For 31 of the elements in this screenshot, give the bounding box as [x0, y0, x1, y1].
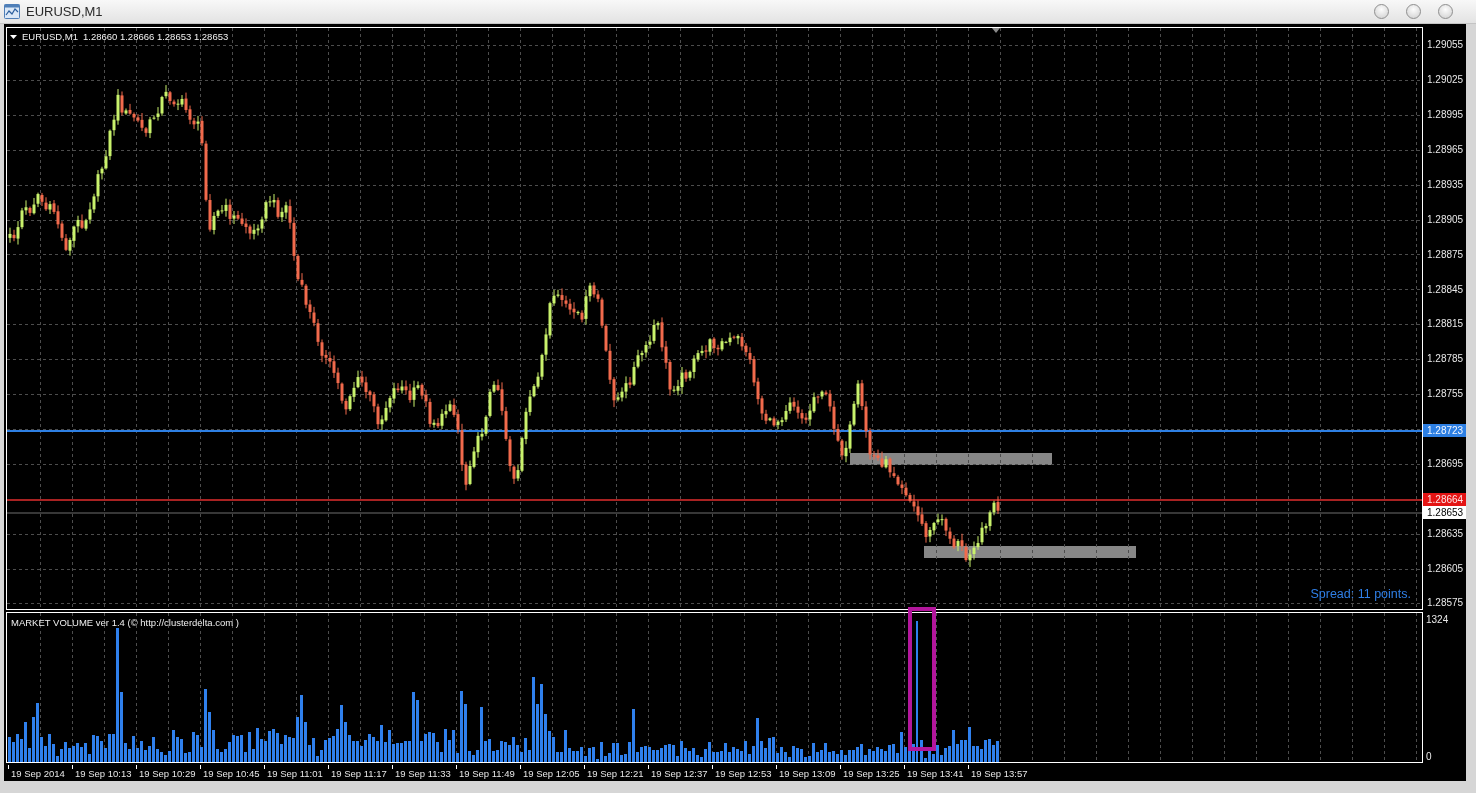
price-axis-label: 1.28695 [1426, 457, 1465, 470]
ask-price-label: 1.28664 [1423, 493, 1466, 506]
price-axis-label: 1.28905 [1426, 213, 1465, 226]
price-axis-label: 1.28935 [1426, 178, 1465, 191]
price-axis-label: 1.28785 [1426, 352, 1465, 365]
price-axis-label: 1.29055 [1426, 38, 1465, 51]
bid-price-label: 1.28653 [1423, 506, 1466, 519]
volume-axis-label: 1324 [1426, 613, 1450, 626]
price-axis-label: 1.28575 [1426, 596, 1465, 609]
close-button[interactable] [1438, 4, 1453, 19]
price-axis-label: 1.28605 [1426, 562, 1465, 575]
minimize-button[interactable] [1374, 4, 1389, 19]
maximize-button[interactable] [1406, 4, 1421, 19]
level-price-label: 1.28723 [1423, 424, 1466, 437]
chart-window-icon [4, 4, 20, 19]
price-axis-label: 1.28845 [1426, 283, 1465, 296]
price-axis-label: 1.28875 [1426, 248, 1465, 261]
caret-icon [10, 35, 17, 39]
indicator-title: MARKET VOLUME ver 1.4 (© http://clusterdelta.com ) [11, 617, 240, 628]
price-axis-label: 1.28965 [1426, 143, 1465, 156]
down-triangle-icon [992, 28, 1000, 33]
spread-label: Spread: 11 points. [1310, 587, 1411, 601]
price-axis-label: 1.28755 [1426, 387, 1465, 400]
price-axis-label: 1.29025 [1426, 73, 1465, 86]
price-axis-label: 1.28995 [1426, 108, 1465, 121]
chart-symbol: EURUSD,M1 [22, 31, 78, 43]
price-axis-label: 1.28635 [1426, 527, 1465, 540]
volume-axis-label: 0 [1426, 750, 1433, 763]
window-title: EURUSD,M1 [26, 4, 103, 19]
ohlc-values: 1.28660 1.28666 1.28653 1.28653 [82, 31, 229, 43]
price-axis-label: 1.28815 [1426, 317, 1465, 330]
